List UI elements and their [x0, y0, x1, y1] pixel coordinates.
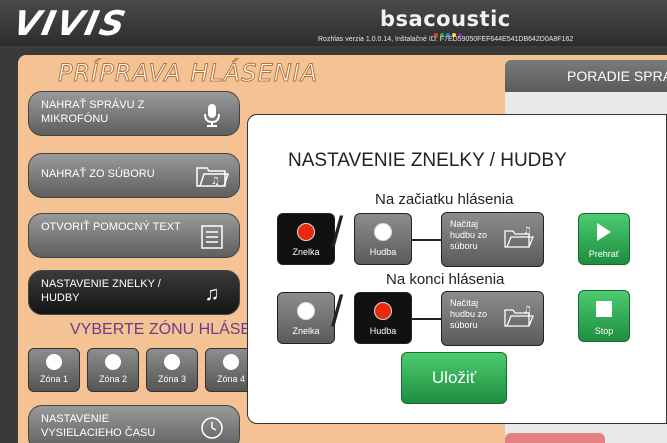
record-microphone-label: NAHRAŤ SPRÁVU Z MIKROFÓNU [41, 99, 145, 125]
zone-3-button[interactable]: Zóna 3 [146, 348, 198, 392]
start-connector [412, 239, 442, 241]
end-music-indicator [374, 302, 392, 320]
record-microphone-button[interactable]: NAHRAŤ SPRÁVU Z MIKROFÓNU [28, 91, 240, 136]
broadcast-time-label: NASTAVENIE VYSIELACIEHO ČASU [41, 413, 156, 439]
zone-1-button[interactable]: Zóna 1 [28, 348, 80, 392]
end-load-music-label: Načítaj hudbu zo súboru [450, 298, 488, 330]
version-info: Rozhlas verzia 1.0.0.14, Inštalačné ID: … [318, 36, 574, 43]
microphone-icon [199, 102, 225, 128]
zone-label: Zóna 1 [39, 374, 69, 384]
start-music-button[interactable]: Hudba [354, 213, 412, 265]
end-load-music-button[interactable]: Načítaj hudbu zo súboru ♫ [441, 291, 544, 346]
svg-text:♫: ♫ [211, 176, 220, 187]
zone-label: Zóna 4 [216, 374, 246, 384]
stop-button[interactable]: Stop [578, 290, 630, 342]
end-separator-slash: / [331, 287, 344, 336]
start-separator-slash: / [331, 208, 344, 257]
upload-file-button[interactable]: NAHRAŤ ZO SÚBORU ♫ [28, 153, 240, 198]
message-order-title: PORADIE SPRÁV [505, 60, 667, 92]
dialog-title: NASTAVENIE ZNELKY / HUDBY [288, 150, 567, 171]
folder-music-icon: ♫ [503, 225, 535, 249]
end-music-button[interactable]: Hudba [354, 292, 412, 344]
zone-2-button[interactable]: Zóna 2 [87, 348, 139, 392]
end-jingle-button[interactable]: Znelka [277, 292, 335, 344]
start-music-label: Hudba [369, 247, 397, 257]
folder-music-icon: ♫ [503, 304, 535, 328]
play-button[interactable]: Prehrať [578, 213, 630, 265]
zone-indicator [223, 354, 239, 370]
start-load-music-button[interactable]: Načítaj hudbu zo súboru ♫ [441, 212, 544, 267]
play-label: Prehrať [588, 249, 620, 259]
clock-icon [199, 416, 225, 442]
zone-indicator [46, 354, 62, 370]
start-music-indicator [374, 223, 392, 241]
end-connector [412, 318, 442, 320]
zone-indicator [164, 354, 180, 370]
zone-label: Zóna 2 [98, 374, 128, 384]
open-help-text-label: OTVORIŤ POMOCNÝ TEXT [41, 221, 181, 233]
upload-file-label: NAHRAŤ ZO SÚBORU [41, 168, 155, 180]
end-jingle-label: Znelka [292, 326, 320, 336]
start-jingle-indicator [297, 223, 315, 241]
end-jingle-indicator [297, 302, 315, 320]
play-icon [597, 223, 611, 241]
vivis-logo: VIVIS [9, 4, 131, 44]
message-order-action[interactable] [505, 433, 605, 443]
end-section-label: Na konci hlásenia [386, 271, 505, 288]
panel-title: PRÍPRAVA HLÁSENIA [57, 59, 319, 88]
stop-label: Stop [594, 326, 614, 336]
jingle-music-settings-button[interactable]: NASTAVENIE ZNELKY / HUDBY ♫ [28, 270, 240, 315]
save-button[interactable]: Uložiť [401, 352, 507, 404]
end-music-label: Hudba [369, 326, 397, 336]
music-note-icon: ♫ [204, 283, 220, 305]
svg-text:♫: ♫ [523, 305, 532, 316]
zone-label: Zóna 3 [157, 374, 187, 384]
broadcast-time-button[interactable]: NASTAVENIE VYSIELACIEHO ČASU [28, 405, 240, 443]
open-help-text-button[interactable]: OTVORIŤ POMOCNÝ TEXT [28, 213, 240, 258]
start-section-label: Na začiatku hlásenia [375, 191, 514, 208]
zone-indicator [105, 354, 121, 370]
svg-text:♫: ♫ [523, 226, 532, 237]
start-jingle-label: Znelka [292, 247, 320, 257]
start-jingle-button[interactable]: Znelka [277, 213, 335, 265]
bsacoustic-brand: bsacoustic [380, 7, 511, 31]
jingle-music-settings-label: NASTAVENIE ZNELKY / HUDBY [41, 278, 161, 304]
start-load-music-label: Načítaj hudbu zo súboru [450, 219, 488, 251]
stop-icon [596, 301, 612, 317]
folder-music-icon: ♫ [195, 164, 230, 190]
document-icon [199, 224, 225, 250]
